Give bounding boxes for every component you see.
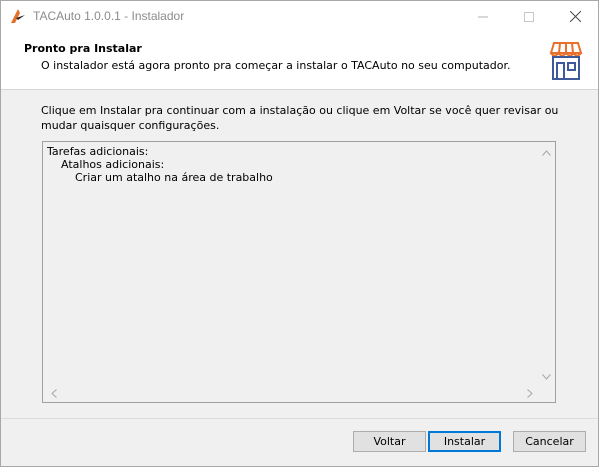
minimize-button[interactable]: [460, 1, 506, 32]
close-button[interactable]: [552, 1, 598, 32]
instruction-text: Clique em Instalar pra continuar com a i…: [41, 104, 559, 132]
ready-memo[interactable]: Tarefas adicionais: Atalhos adicionais: …: [42, 141, 556, 403]
maximize-button[interactable]: [506, 1, 552, 32]
installer-window: TACAuto 1.0.0.1 - Instalador Pronto pra …: [0, 0, 599, 467]
scroll-left-icon[interactable]: [45, 385, 62, 402]
wizard-header: Pronto pra Instalar O instalador está ag…: [1, 32, 598, 90]
maximize-icon: [524, 11, 534, 22]
scroll-up-icon[interactable]: [538, 144, 555, 161]
store-icon: [549, 42, 583, 80]
install-button[interactable]: Instalar: [428, 431, 501, 452]
scroll-right-icon[interactable]: [521, 385, 538, 402]
minimize-icon: [478, 16, 488, 17]
back-button[interactable]: Voltar: [353, 431, 426, 452]
app-logo-icon: [11, 9, 25, 23]
scroll-down-icon[interactable]: [538, 368, 555, 385]
page-title: Pronto pra Instalar: [24, 42, 142, 55]
memo-line: Atalhos adicionais:: [61, 158, 165, 171]
page-subtitle: O instalador está agora pronto pra começ…: [41, 59, 511, 72]
memo-line: Tarefas adicionais:: [47, 145, 149, 158]
scrollbar-corner: [538, 385, 555, 402]
vertical-scrollbar[interactable]: [538, 142, 555, 385]
memo-line: Criar um atalho na área de trabalho: [75, 171, 273, 184]
footer-divider: [1, 418, 598, 419]
window-title: TACAuto 1.0.0.1 - Instalador: [33, 9, 185, 23]
title-bar[interactable]: TACAuto 1.0.0.1 - Instalador: [1, 1, 598, 32]
close-icon: [569, 11, 581, 22]
horizontal-scrollbar[interactable]: [43, 385, 538, 402]
memo-content: Tarefas adicionais: Atalhos adicionais: …: [47, 145, 273, 184]
cancel-button[interactable]: Cancelar: [513, 431, 586, 452]
